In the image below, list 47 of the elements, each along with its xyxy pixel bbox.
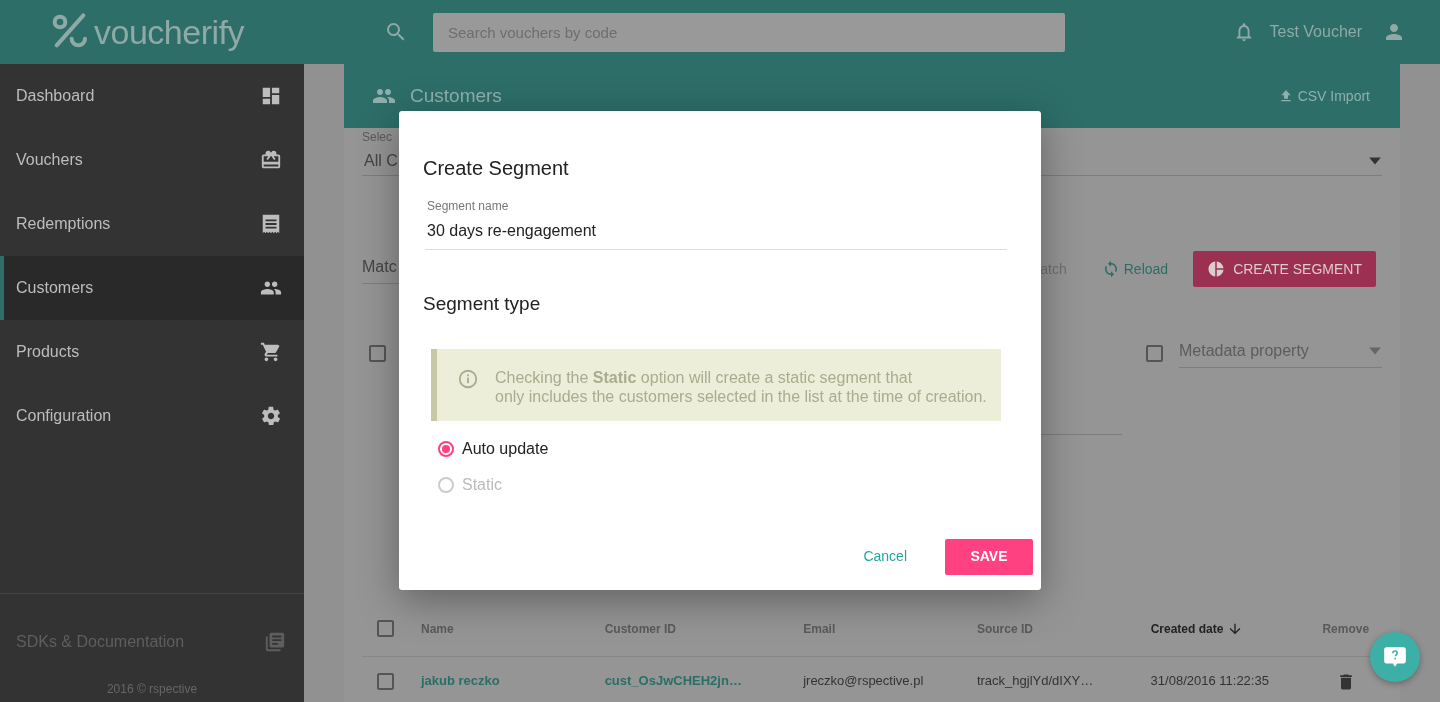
save-button[interactable]: SAVE — [945, 538, 1033, 575]
radio-option: Static — [438, 466, 1033, 503]
settings-icon — [260, 405, 282, 427]
info-text: Checking the Static option will create a static segment that only includes the customers selected in the list at the time of creation. — [495, 367, 987, 406]
page-title: Customers — [410, 83, 502, 108]
checkbox[interactable] — [377, 672, 394, 690]
sidebar-item[interactable]: Customers — [0, 256, 304, 320]
help-button[interactable] — [1370, 632, 1420, 682]
info-icon — [457, 367, 479, 390]
table-cell-text: track_hgjlYd/dIXY… — [976, 672, 1095, 691]
logo-text: voucherify — [94, 11, 244, 53]
select-label: Selec — [362, 129, 394, 146]
column-header[interactable]: Remove — [1322, 619, 1382, 638]
column-header[interactable]: Name — [421, 619, 605, 638]
dashboard-icon — [260, 85, 282, 107]
checkbox[interactable] — [377, 620, 394, 637]
sidebar-item[interactable]: Dashboard — [0, 64, 304, 128]
radio-option[interactable]: Auto update — [438, 430, 1033, 467]
docs-icon[interactable] — [264, 631, 286, 653]
sidebar-item[interactable]: Products — [0, 320, 304, 384]
table-cell[interactable]: jakub reczko — [421, 671, 605, 691]
cancel-button[interactable]: Cancel — [851, 540, 919, 573]
reload-button[interactable]: Reload — [1101, 258, 1169, 280]
cart-icon — [260, 341, 282, 363]
radio-button[interactable] — [438, 440, 454, 457]
column-header[interactable]: Source ID — [976, 619, 1151, 638]
gift-icon — [260, 149, 282, 171]
dialog-title: Create Segment — [423, 156, 570, 181]
table-cell-text: jreczko@rspective.pl — [803, 672, 925, 691]
column-header[interactable]: Customer ID — [604, 619, 804, 638]
sidebar-item[interactable]: Redemptions — [0, 192, 304, 256]
column-header[interactable]: Email — [803, 619, 977, 638]
table-cell-text: 31/08/2016 11:22:35 — [1150, 672, 1270, 691]
sidebar-item[interactable]: Configuration — [0, 384, 304, 448]
metadata-dropdown[interactable]: Metadata property — [1179, 339, 1382, 368]
receipt-icon — [260, 213, 282, 235]
user-name[interactable]: Test Voucher — [1269, 20, 1362, 44]
checkbox[interactable] — [369, 345, 386, 362]
table-cell[interactable]: cust_OsJwCHEH2jn… — [604, 671, 804, 691]
import-button[interactable]: CSV Import — [1277, 85, 1370, 107]
section-title: Segment type — [423, 292, 542, 316]
pie-chart-icon — [1207, 260, 1226, 278]
create-segment-button[interactable]: CREATE SEGMENT — [1193, 251, 1376, 287]
checkbox[interactable] — [1146, 345, 1163, 362]
column-header[interactable]: Created date — [1150, 619, 1323, 638]
sidebar-item[interactable]: Vouchers — [0, 128, 304, 192]
segment-name-field[interactable]: Segment name 30 days re-engagement — [425, 197, 1007, 250]
